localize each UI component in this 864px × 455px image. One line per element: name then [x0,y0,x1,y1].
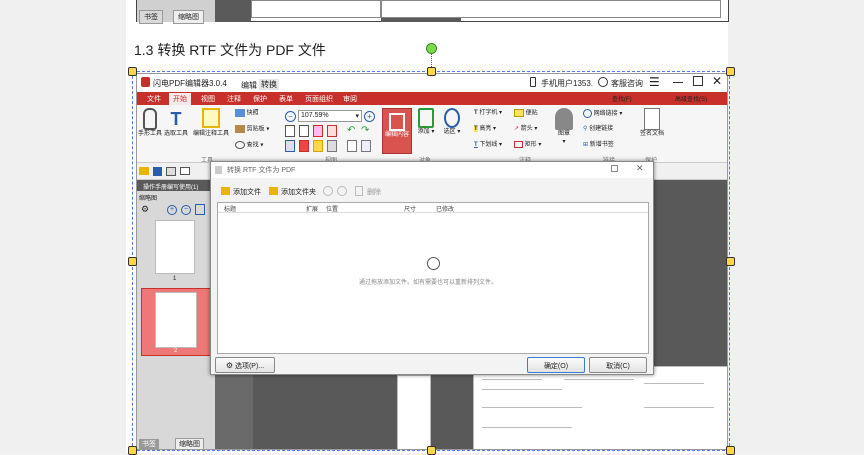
prev-page-b [381,0,721,18]
resize-handle-n[interactable] [427,67,436,76]
image-selection-frame [132,71,730,451]
resize-handle-ne[interactable] [726,67,735,76]
resize-handle-e[interactable] [726,257,735,266]
previous-screenshot-fragment: 书签 缩略图 [136,0,729,24]
rotation-handle[interactable] [426,43,437,54]
resize-handle-s[interactable] [427,446,436,455]
resize-handle-nw[interactable] [128,67,137,76]
section-heading: 1.3 转换 RTF 文件为 PDF 文件 [134,42,326,58]
resize-handle-w[interactable] [128,257,137,266]
prev-left-panel: 书签 缩略图 [137,0,215,24]
prev-page-a [251,0,381,18]
prev-tab-thumbnails: 缩略图 [173,10,204,24]
resize-handle-se[interactable] [726,446,735,455]
prev-dark-area [215,0,251,22]
resize-handle-sw[interactable] [128,446,137,455]
prev-tab-bookmarks: 书签 [139,10,163,24]
